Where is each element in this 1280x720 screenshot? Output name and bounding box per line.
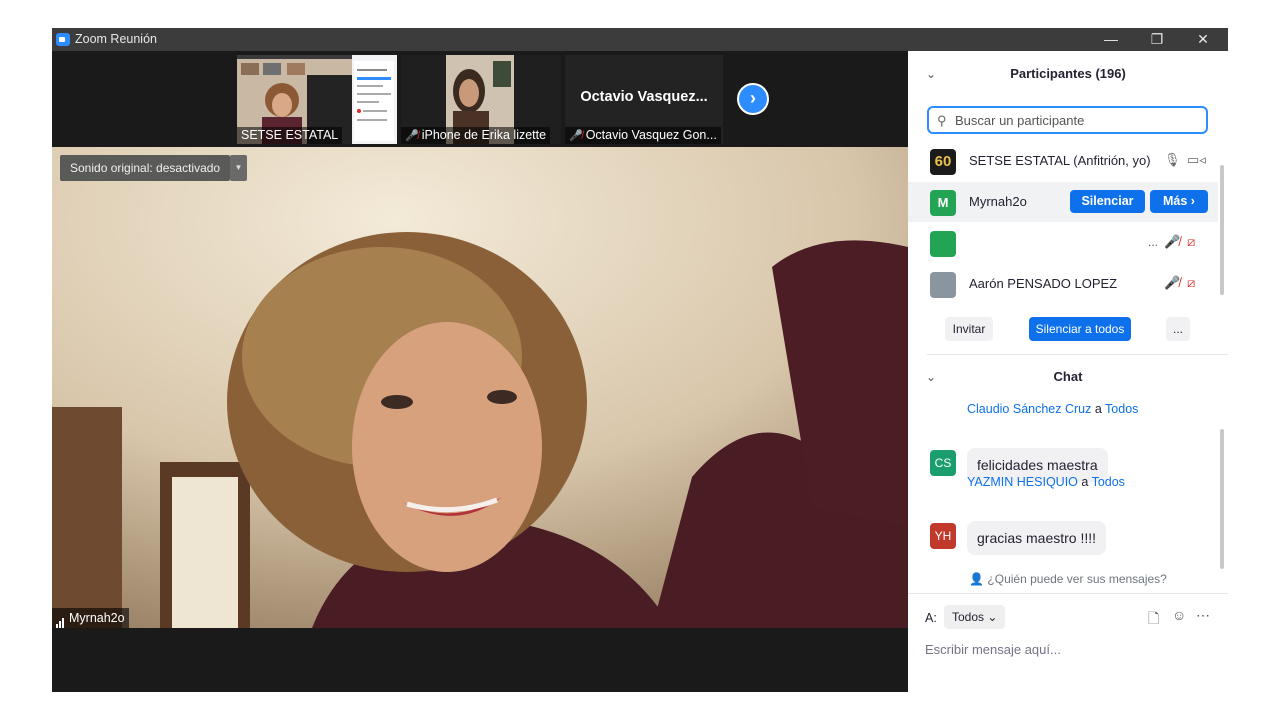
chat-avatar: CS xyxy=(930,450,956,476)
chevron-right-icon: › xyxy=(750,88,756,108)
speaker-video-frame xyxy=(52,147,908,628)
participant-name: SETSE ESTATAL (Anfitrión, yo) xyxy=(969,153,1151,168)
thumbnail-center-name: Octavio Vasquez... xyxy=(580,89,708,105)
search-icon: ⚲ xyxy=(937,113,947,128)
thumbnail-label: SETSE ESTATAL xyxy=(237,127,343,144)
message-connector: a xyxy=(1091,402,1106,416)
close-button[interactable]: ✕ xyxy=(1180,28,1226,51)
minimize-button[interactable]: — xyxy=(1088,28,1134,51)
video-off-icon[interactable]: ⧄ xyxy=(1187,234,1195,250)
participant-row[interactable]: 60 SETSE ESTATAL (Anfitrión, yo) 🎙 ▭◃ xyxy=(908,141,1218,181)
muted-mic-icon[interactable]: 🎤̸ xyxy=(1164,234,1180,250)
participant-row[interactable]: Aarón PENSADO LOPEZ 🎤̸ ⧄ xyxy=(908,264,1218,304)
search-placeholder: Buscar un participante xyxy=(955,113,1085,128)
active-speaker-video: Sonido original: desactivado ▼ Myrnah2o xyxy=(52,147,908,628)
thumbnail-label: 🎤̸ iPhone de Erika lizette xyxy=(401,127,551,144)
muted-mic-icon: 🎤̸ xyxy=(569,130,583,142)
participant-scrollbar[interactable] xyxy=(1220,165,1224,295)
invite-button[interactable]: Invitar xyxy=(945,317,993,341)
chevron-down-icon: ⌄ xyxy=(987,610,998,624)
message-header: Claudio Sánchez Cruz a Todos xyxy=(967,402,1138,416)
speaker-name: Myrnah2o xyxy=(69,611,125,625)
zoom-app-icon xyxy=(56,33,70,46)
compose-divider xyxy=(908,593,1228,594)
file-icon[interactable]: 🗋 xyxy=(1148,608,1159,632)
message-recipient: Todos xyxy=(1091,475,1125,489)
participant-row[interactable]: M Myrnah2o Silenciar Más › xyxy=(908,182,1218,222)
thumbnail-name: iPhone de Erika lizette xyxy=(421,128,547,142)
participant-list: 60 SETSE ESTATAL (Anfitrión, yo) 🎙 ▭◃ M … xyxy=(908,141,1228,301)
thumbnail-name: Octavio Vasquez Gon... xyxy=(585,128,717,142)
recipient-dropdown[interactable]: Todos ⌄ xyxy=(944,605,1006,629)
message-header: YAZMIN HESIQUIO a Todos xyxy=(967,475,1125,489)
more-options-icon[interactable]: ⋯ xyxy=(1196,607,1210,624)
avatar xyxy=(930,231,956,257)
message-recipient: Todos xyxy=(1105,402,1139,416)
side-panel: ⌄ Participantes (196) ⚲ Buscar un partic… xyxy=(908,51,1228,692)
emoji-icon[interactable]: ☺ xyxy=(1172,607,1186,623)
video-area: SETSE ESTATAL 🎤̸ iPhone de Erika lizette … xyxy=(52,51,908,692)
message-sender[interactable]: YAZMIN HESIQUIO xyxy=(967,475,1078,489)
who-can-see-label: ¿Quién puede ver sus mensajes? xyxy=(987,572,1167,586)
send-to-label: A: xyxy=(925,611,937,625)
microphone-icon[interactable]: 🎙 xyxy=(1164,152,1181,168)
chat-title: Chat xyxy=(1053,369,1083,384)
mute-participant-button[interactable]: Silenciar xyxy=(1070,190,1145,213)
avatar xyxy=(930,272,956,298)
message-sender[interactable]: Claudio Sánchez Cruz xyxy=(967,402,1091,416)
chat-scrollbar[interactable] xyxy=(1220,429,1224,569)
section-divider xyxy=(927,354,1228,355)
chat-message-bubble: gracias maestro !!!! xyxy=(967,521,1107,555)
muted-mic-icon[interactable]: 🎤̸ xyxy=(1164,275,1180,291)
participant-search-input[interactable]: ⚲ Buscar un participante xyxy=(927,106,1208,134)
thumbnail-octavio[interactable]: Octavio Vasquez... 🎤̸ Octavio Vasquez Gon… xyxy=(565,55,723,144)
participant-name: Aarón PENSADO LOPEZ xyxy=(969,276,1118,291)
participant-name: Myrnah2o xyxy=(969,194,1027,209)
restore-button[interactable]: ❐ xyxy=(1134,28,1180,51)
original-sound-toggle[interactable]: Sonido original: desactivado xyxy=(60,155,231,181)
zoom-window: Zoom Reunión — ❐ ✕ SETSE ESTATAL 🎤̸ iPho… xyxy=(52,28,1228,692)
window-title: Zoom Reunión xyxy=(75,32,157,46)
video-camera-icon[interactable]: ▭◃ xyxy=(1187,152,1206,168)
recipient-value: Todos xyxy=(952,610,985,624)
video-off-icon[interactable]: ⧄ xyxy=(1187,275,1195,291)
more-participant-button[interactable]: Más › xyxy=(1150,190,1208,213)
participant-row[interactable]: ... 🎤̸ ⧄ xyxy=(908,223,1218,263)
sound-options-dropdown[interactable]: ▼ xyxy=(230,155,247,181)
participant-ellipsis: ... xyxy=(1148,235,1159,249)
chat-message-input[interactable]: Escribir mensaje aquí... xyxy=(925,642,1061,657)
next-page-button[interactable]: › xyxy=(737,83,769,115)
participants-title: Participantes (196) xyxy=(1010,66,1126,81)
avatar: 60 xyxy=(930,149,956,175)
message-connector: a xyxy=(1077,475,1092,489)
muted-mic-icon: 🎤̸ xyxy=(405,130,419,142)
who-can-see-messages[interactable]: 👤 ¿Quién puede ver sus mensajes? xyxy=(908,572,1228,586)
person-icon: 👤 xyxy=(969,572,985,586)
thumbnail-iphone-erika[interactable]: 🎤̸ iPhone de Erika lizette xyxy=(401,55,561,144)
speaker-name-tag: Myrnah2o xyxy=(52,608,129,628)
thumbnail-setse-estatal[interactable]: SETSE ESTATAL xyxy=(237,55,397,144)
signal-bars-icon xyxy=(56,608,65,628)
thumbnail-strip: SETSE ESTATAL 🎤̸ iPhone de Erika lizette … xyxy=(52,51,908,147)
mute-all-button[interactable]: Silenciar a todos xyxy=(1029,317,1131,341)
chat-avatar: YH xyxy=(930,523,956,549)
thumbnail-label: 🎤̸ Octavio Vasquez Gon... xyxy=(565,127,721,144)
title-bar: Zoom Reunión — ❐ ✕ xyxy=(52,28,1228,51)
avatar: M xyxy=(930,190,956,216)
participants-more-button[interactable]: ... xyxy=(1166,317,1190,341)
